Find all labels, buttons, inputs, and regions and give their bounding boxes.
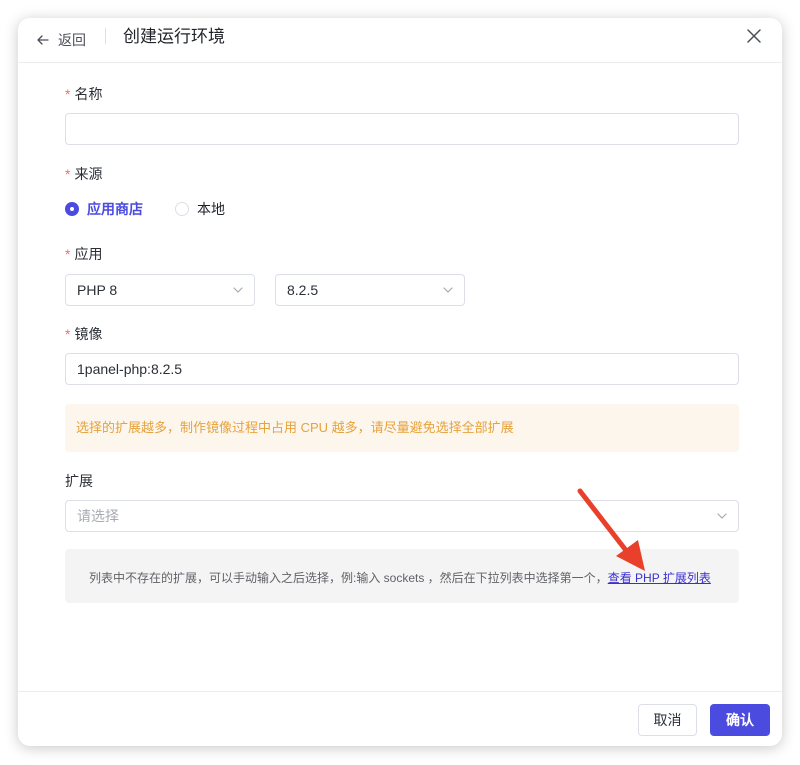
extensions-select[interactable]: 请选择	[65, 500, 739, 532]
version-select-value: 8.2.5	[287, 282, 319, 298]
app-select-value: PHP 8	[77, 282, 118, 298]
version-select[interactable]: 8.2.5	[275, 274, 465, 306]
dialog-header: 返回 创建运行环境	[18, 18, 782, 63]
required-star: *	[65, 246, 71, 262]
extensions-label: 扩展	[65, 473, 93, 489]
radio-dot	[65, 202, 79, 216]
radio-app-store[interactable]: 应用商店	[65, 199, 143, 219]
back-label: 返回	[58, 32, 86, 48]
close-icon[interactable]	[745, 27, 763, 45]
radio-local[interactable]: 本地	[175, 199, 225, 219]
create-runtime-dialog: 返回 创建运行环境 * 名称 * 来源 应用商店 本地 * 应用 PHP 8 8…	[18, 18, 782, 746]
chevron-down-icon	[717, 513, 727, 519]
header-divider	[105, 28, 106, 44]
required-star: *	[65, 166, 71, 182]
confirm-button[interactable]: 确认	[710, 704, 770, 736]
php-extensions-link[interactable]: 查看 PHP 扩展列表	[608, 571, 711, 585]
required-star: *	[65, 326, 71, 342]
app-select[interactable]: PHP 8	[65, 274, 255, 306]
extensions-tip: 列表中不存在的扩展，可以手动输入之后选择，例:输入 sockets ，然后在下拉…	[65, 549, 739, 603]
app-label: * 应用	[65, 246, 103, 262]
source-label: * 来源	[65, 166, 103, 182]
name-label: * 名称	[65, 86, 103, 102]
cancel-button[interactable]: 取消	[638, 704, 697, 736]
image-input[interactable]: 1panel-php:8.2.5	[65, 353, 739, 385]
chevron-down-icon	[233, 287, 243, 293]
warning-alert: 选择的扩展越多，制作镜像过程中占用 CPU 越多，请尽量避免选择全部扩展	[65, 404, 739, 452]
name-input[interactable]	[65, 113, 739, 145]
radio-dot	[175, 202, 189, 216]
dialog-title: 创建运行环境	[123, 27, 225, 46]
chevron-down-icon	[443, 287, 453, 293]
tip-text: 列表中不存在的扩展，可以手动输入之后选择，例:输入 sockets ，然后在下拉…	[89, 571, 608, 585]
image-label: * 镜像	[65, 326, 103, 342]
required-star: *	[65, 86, 71, 102]
back-button[interactable]: 返回	[36, 28, 86, 52]
extensions-placeholder: 请选择	[77, 508, 119, 524]
source-radio-group: 应用商店 本地	[65, 198, 257, 220]
dialog-footer: 取消 确认	[18, 691, 782, 746]
arrow-left-icon	[37, 35, 49, 45]
